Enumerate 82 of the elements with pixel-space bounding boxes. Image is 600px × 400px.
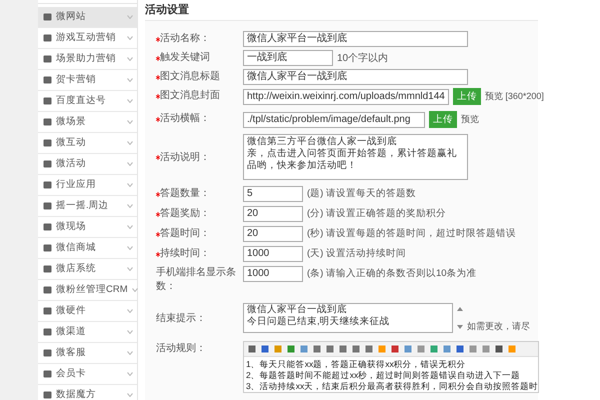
chevron-icon (127, 225, 133, 229)
field-label: 结束提示： (156, 312, 206, 326)
menu-icon (43, 370, 52, 378)
rule-line: 2、每题答题时间不能超过xx秒，超过时间则答题错误自动进入下一题 (246, 370, 520, 381)
menu-icon (43, 55, 52, 63)
menu-icon (43, 34, 52, 42)
menu-icon (43, 349, 52, 357)
chevron-icon (132, 288, 138, 292)
hint-text: (分) 请设置正确答题的奖励积分 (307, 206, 446, 221)
field-label: 答题奖励： (160, 207, 210, 221)
chevron-icon (127, 141, 133, 145)
chevron-icon (127, 57, 133, 61)
menu-icon (43, 76, 52, 84)
menu-icon (43, 160, 52, 168)
hint-text: (天) 设置活动持续时间 (307, 246, 406, 261)
text-field[interactable]: 20 (243, 206, 303, 222)
text-line: 微信第三方平台微信人家一战到底 (247, 136, 398, 148)
menu-icon (43, 307, 52, 315)
chevron-icon (127, 78, 133, 82)
text-field[interactable]: 20 (243, 226, 303, 242)
hint-text: 如需更改，请尽 (467, 320, 530, 332)
text-line: 亲，点击进入问答页面开始答题，累计答题赢礼品哟，快来参加活动吧！ (247, 148, 458, 172)
field-label: 图文消息标题 (160, 70, 220, 84)
text-area[interactable]: 微信第三方平台微信人家一战到底 亲，点击进入问答页面开始答题，累计答题赢礼品哟，快来参加活动吧！ (243, 134, 468, 180)
text-field[interactable]: 微信人家平台一战到底 (243, 69, 468, 85)
text-field[interactable]: ./tpl/static/problem/image/default.png (243, 112, 425, 128)
field-label: 活动说明： (160, 150, 210, 164)
menu-icon (43, 97, 52, 105)
text-line: 今日问题已结束,明天继续来征战 (247, 316, 391, 328)
rule-line: 1、每天只能答xx题，答题正确获得xx积分，错误无积分 (246, 359, 466, 370)
field-label: 答题时间： (160, 227, 210, 241)
text-field[interactable]: 微信人家平台一战到底 (243, 31, 468, 47)
menu-icon (43, 13, 52, 21)
menu-icon (43, 244, 52, 252)
field-label: 活动规则： (156, 342, 206, 356)
menu-icon (43, 139, 52, 147)
chevron-icon (127, 351, 133, 355)
hint-text: 10个字以内 (337, 52, 388, 66)
field-label: 持续时间： (160, 247, 210, 261)
menu-icon (43, 223, 52, 231)
menu-icon (43, 328, 52, 336)
menu-icon (43, 181, 52, 189)
text-field[interactable]: 5 (243, 186, 303, 202)
preview-text: 预览 (461, 112, 479, 126)
chevron-icon (127, 183, 133, 187)
menu-icon (43, 391, 52, 399)
rule-line: 3、活动持续xx天，结束后积分最高者获得胜利，同积分会自动按照答题时 (246, 381, 538, 392)
chevron-icon (127, 330, 133, 334)
preview-text: 预览 [360*200] (484, 90, 544, 103)
sidebar-item[interactable]: 微网站 (38, 7, 137, 28)
chevron-icon (127, 162, 133, 166)
chevron-icon (127, 246, 133, 250)
hint-text: (秒) 请设置每题的答题时间，超过时限答题错误 (307, 226, 516, 241)
menu-icon (43, 202, 52, 210)
menu-icon (43, 286, 52, 294)
field-label: 触发关键词 (160, 51, 210, 65)
text-field[interactable]: 1000 (243, 246, 303, 262)
hint-text: (条) 请输入正确的条数否则以10条为准 (307, 266, 477, 281)
chevron-icon (127, 204, 133, 208)
chevron-icon (127, 99, 133, 103)
field-label: 图文消息封面 (160, 89, 220, 103)
hint-text: (题) 请设置每天的答题数 (307, 186, 416, 201)
chevron-icon (127, 15, 133, 19)
text-area[interactable]: 微信人家平台一战到底 今日问题已结束,明天继续来征战 (243, 303, 453, 333)
chevron-icon (127, 120, 133, 124)
field-label: 答题数量： (160, 187, 210, 201)
chevron-icon (127, 309, 133, 313)
field-label: 活动横幅： (160, 112, 210, 126)
field-label: 手机端排名显示条数： (156, 266, 237, 294)
text-line: 微信人家平台一战到底 (247, 304, 348, 316)
chevron-icon (127, 36, 133, 40)
menu-icon (43, 118, 52, 126)
section-title: 活动设置 (144, 2, 190, 18)
chevron-icon (127, 267, 133, 271)
chevron-icon (127, 372, 133, 376)
rich-text-editor[interactable]: 1、每天只能答xx题，答题正确获得xx积分，错误无积分 2、每题答题时间不能超过xx秒，超过时间则答题错误自动进入下一题 3、活动持续xx天，结束后积分最高者获得胜利，同积分会自动按照答题时 (243, 341, 539, 393)
text-field[interactable]: 1000 (243, 266, 303, 282)
chevron-icon (127, 393, 133, 397)
field-label: 活动名称： (160, 32, 210, 46)
text-field[interactable]: http://weixin.weixinrj.com/uploads/mmnld144 (243, 88, 449, 104)
text-field[interactable]: 一战到底 (243, 50, 333, 66)
menu-icon (43, 265, 52, 273)
